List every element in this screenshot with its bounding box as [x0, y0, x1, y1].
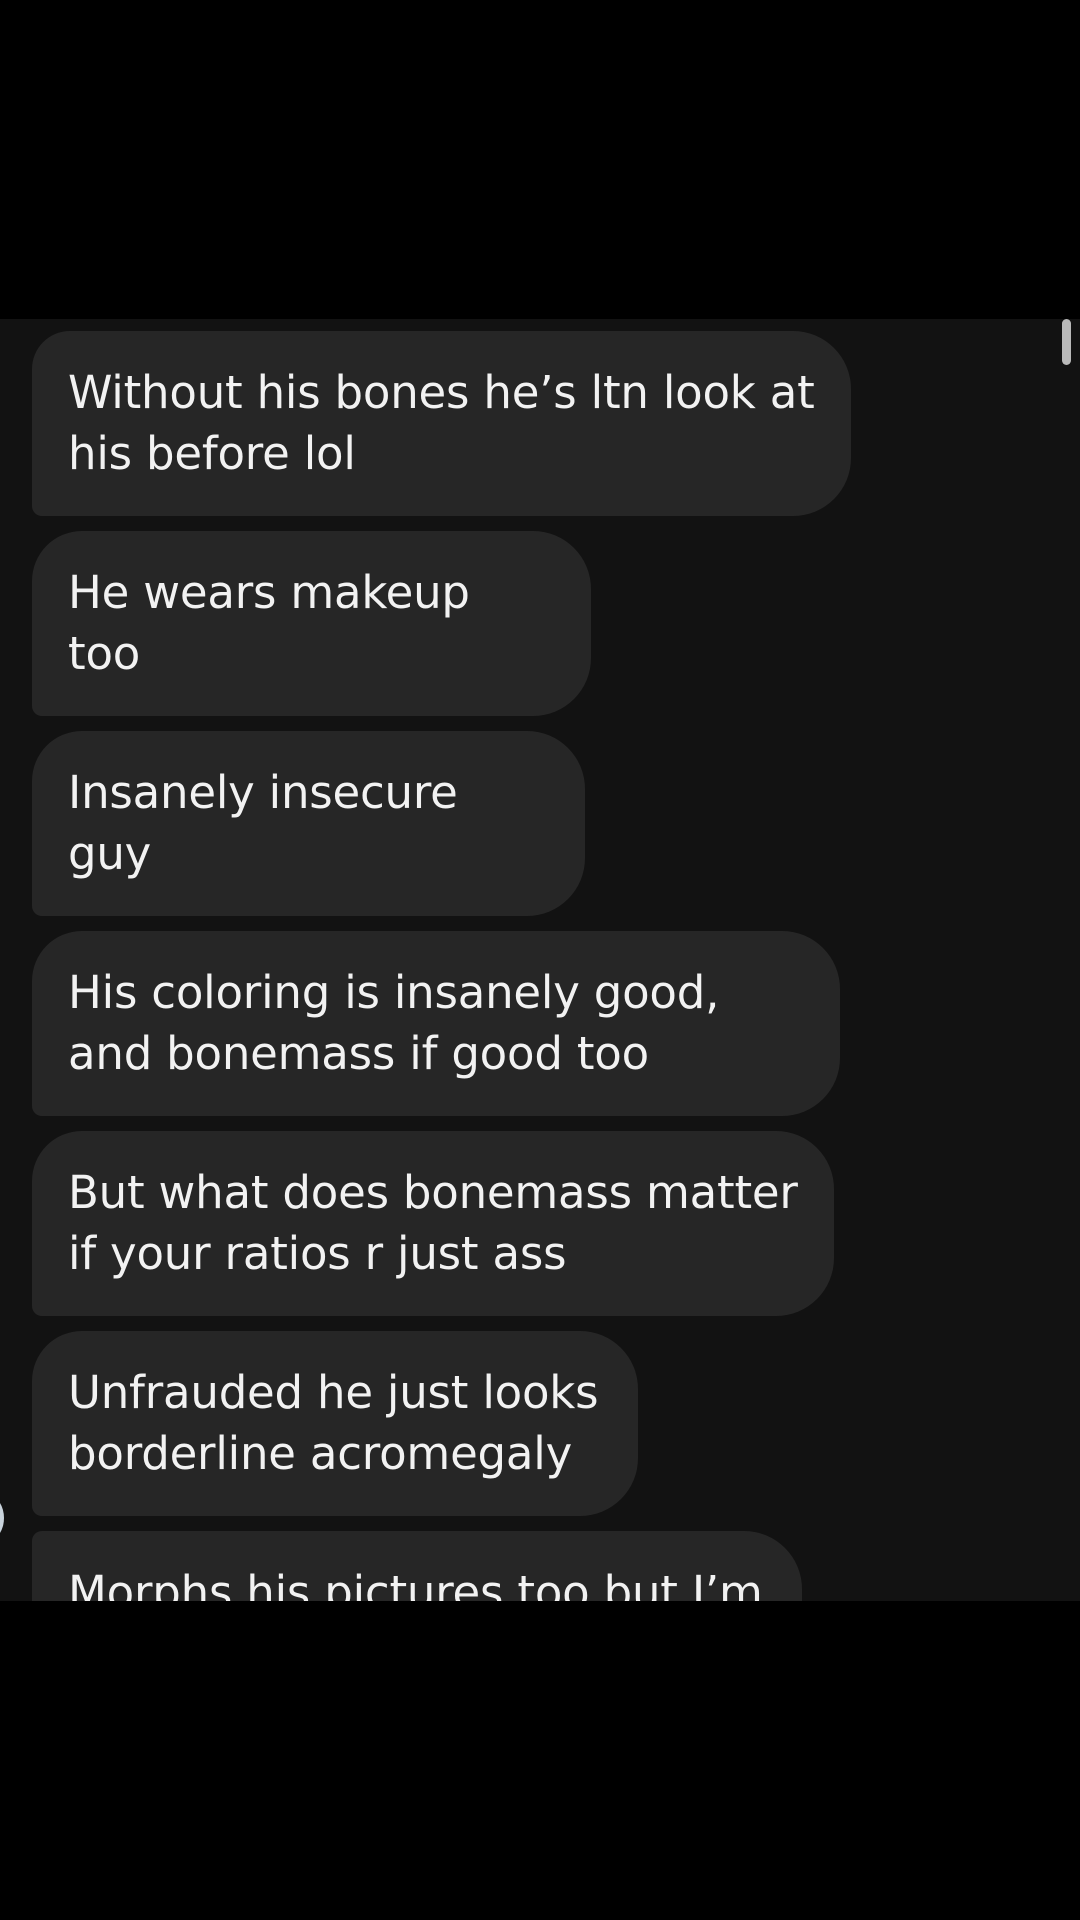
message-bubble[interactable]: Without his bones he’s ltn look at his b…: [32, 331, 851, 516]
message-text: But what does bonemass matter if your ra…: [68, 1166, 798, 1280]
message-bubble[interactable]: Unfrauded he just looks borderline acrom…: [32, 1331, 638, 1516]
message-bubble[interactable]: Insanely insecure guy: [32, 731, 585, 916]
message-bubble[interactable]: He wears makeup too: [32, 531, 591, 716]
message-text: Unfrauded he just looks borderline acrom…: [68, 1366, 599, 1480]
scrollbar[interactable]: [1062, 319, 1071, 365]
message-text: Without his bones he’s ltn look at his b…: [68, 366, 815, 480]
message-text: He wears makeup too: [68, 566, 470, 680]
message-text: Morphs his pictures too but I’m sure you…: [68, 1566, 763, 1601]
message-text: Insanely insecure guy: [68, 766, 458, 880]
screen: Without his bones he’s ltn look at his b…: [0, 0, 1080, 1920]
sender-avatar[interactable]: [0, 1496, 4, 1540]
message-text: His coloring is insanely good, and bonem…: [68, 966, 720, 1080]
message-list: Without his bones he’s ltn look at his b…: [32, 331, 1032, 1601]
message-thread[interactable]: Without his bones he’s ltn look at his b…: [0, 319, 1080, 1601]
message-bubble[interactable]: Morphs his pictures too but I’m sure you…: [32, 1531, 802, 1601]
message-bubble[interactable]: But what does bonemass matter if your ra…: [32, 1131, 834, 1316]
message-bubble[interactable]: His coloring is insanely good, and bonem…: [32, 931, 840, 1116]
